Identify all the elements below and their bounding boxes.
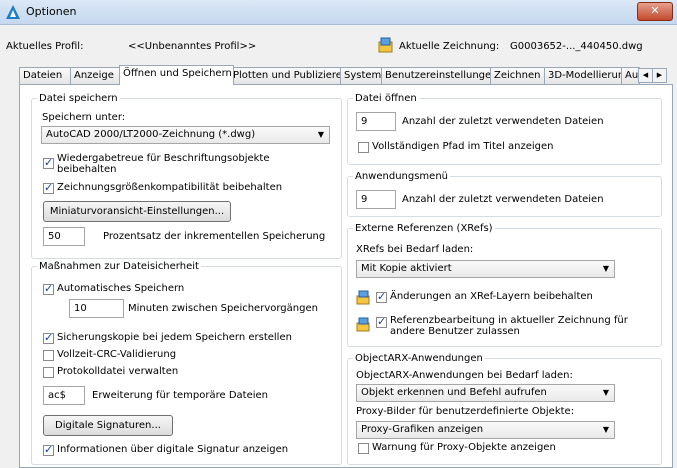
objectarx-legend: ObjectARX-Anwendungen: [355, 353, 483, 364]
full-path-checkbox[interactable]: [358, 142, 369, 153]
log-label: Protokolldatei verwalten: [57, 366, 179, 377]
size-compat-label: Zeichnungsgrößenkompatibilität beibehalt…: [57, 182, 283, 193]
thumbnail-settings-button[interactable]: Miniaturvoransicht-Einstellungen...: [43, 201, 231, 222]
proxy-warning-label: Warnung für Proxy-Objekte anzeigen: [372, 442, 556, 453]
log-checkbox[interactable]: [43, 367, 54, 378]
proxy-images-label: Proxy-Bilder für benutzerdefinierte Obje…: [356, 406, 575, 417]
safety-legend: Maßnahmen zur Dateisicherheit: [39, 261, 199, 272]
tab-benutzereinstellungen[interactable]: Benutzereinstellungen: [381, 67, 498, 84]
window-title: Optionen: [26, 5, 77, 18]
sig-info-label: Informationen über digitale Signatur anz…: [57, 444, 289, 455]
app-menu-legend: Anwendungsmenü: [355, 171, 448, 182]
tab-3d-modellierung[interactable]: 3D-Modellierung: [544, 67, 631, 84]
size-compat-checkbox[interactable]: [43, 181, 54, 194]
chevron-down-icon: ▼: [602, 264, 609, 273]
backup-label: Sicherungskopie bei jedem Speichern erst…: [57, 332, 292, 343]
open-recent-input[interactable]: 9: [356, 112, 396, 131]
tab-oeffnen-speichern[interactable]: Öffnen und Speichern: [119, 65, 234, 85]
full-path-label: Vollständigen Pfad im Titel anzeigen: [372, 141, 554, 152]
save-as-label: Speichern unter:: [42, 112, 126, 123]
save-file-legend: Datei speichern: [39, 93, 118, 104]
incr-save-label: Prozentsatz der inkrementellen Speicheru…: [103, 231, 326, 242]
title-bar[interactable]: [0, 0, 677, 25]
arx-demand-combo[interactable]: Objekt erkennen und Befehl aufrufen ▼: [356, 384, 615, 402]
allow-ref-edit-checkbox[interactable]: [376, 315, 387, 328]
arx-demand-value: Objekt erkennen und Befehl aufrufen: [361, 387, 547, 398]
chevron-down-icon: ▼: [602, 425, 609, 434]
profile-label: Aktuelles Profil:: [6, 41, 84, 52]
app-menu-recent-input[interactable]: 9: [356, 190, 396, 209]
xref-demand-combo[interactable]: Mit Kopie aktiviert ▼: [356, 260, 615, 278]
retain-xref-changes-checkbox[interactable]: [376, 290, 387, 303]
allow-ref-edit-label: Referenzbearbeitung in aktueller Zeichnu…: [390, 315, 628, 337]
xref-demand-label: XRefs bei Bedarf laden:: [356, 244, 474, 255]
save-as-value: AutoCAD 2000/LT2000-Zeichnung (*.dwg): [46, 129, 256, 140]
crc-label: Vollzeit-CRC-Validierung: [57, 349, 177, 360]
temp-ext-label: Erweiterung für temporäre Dateien: [92, 390, 268, 401]
incr-save-input[interactable]: 50: [43, 227, 85, 246]
open-file-legend: Datei öffnen: [355, 93, 417, 104]
profile-value: <<Unbenanntes Profil>>: [128, 41, 257, 52]
digital-signatures-button[interactable]: Digitale Signaturen...: [43, 415, 173, 436]
xref-demand-value: Mit Kopie aktiviert: [361, 263, 452, 274]
xref-icon: [356, 290, 370, 305]
annot-fidelity-label: Wiedergabetreue für Beschriftungsobjekte…: [57, 153, 270, 175]
open-recent-label: Anzahl der zuletzt verwendeten Dateien: [402, 116, 604, 127]
autosave-minutes-input[interactable]: 10: [69, 299, 124, 318]
sig-info-checkbox[interactable]: [43, 443, 54, 456]
tab-zeichnen[interactable]: Zeichnen: [490, 67, 548, 84]
autosave-minutes-label: Minuten zwischen Speichervorgängen: [128, 303, 318, 314]
temp-ext-input[interactable]: ac$: [43, 386, 85, 405]
tab-system[interactable]: System: [340, 67, 382, 84]
annot-fidelity-checkbox[interactable]: [43, 156, 54, 169]
close-button[interactable]: ✕: [637, 2, 673, 21]
backup-checkbox[interactable]: [43, 331, 54, 344]
drawing-value: G0003652-..._440450.dwg: [510, 41, 643, 52]
autocad-a-icon: [6, 5, 20, 19]
proxy-images-combo[interactable]: Proxy-Grafiken anzeigen ▼: [356, 421, 615, 439]
xref-icon: [356, 317, 370, 332]
drawing-label: Aktuelle Zeichnung:: [399, 41, 500, 52]
drawing-icon: [378, 37, 393, 53]
autosave-checkbox[interactable]: [43, 282, 54, 295]
proxy-images-value: Proxy-Grafiken anzeigen: [361, 424, 484, 435]
save-as-combo[interactable]: AutoCAD 2000/LT2000-Zeichnung (*.dwg) ▼: [41, 126, 330, 144]
arx-demand-label: ObjectARX-Anwendungen bei Bedarf laden:: [356, 370, 573, 381]
proxy-warning-checkbox[interactable]: [358, 443, 369, 454]
chevron-down-icon: ▼: [602, 388, 609, 397]
tab-scroll-left-icon[interactable]: ◀: [638, 68, 653, 83]
tab-scroll-right-icon[interactable]: ▶: [652, 68, 667, 83]
xrefs-legend: Externe Referenzen (XRefs): [355, 223, 493, 234]
tab-anzeige[interactable]: Anzeige: [70, 67, 124, 84]
retain-xref-changes-label: Änderungen an XRef-Layern beibehalten: [390, 291, 593, 302]
tab-panel: Datei speichern Speichern unter: AutoCAD…: [19, 84, 673, 468]
crc-checkbox[interactable]: [43, 350, 54, 361]
chevron-down-icon: ▼: [317, 130, 324, 139]
tab-dateien[interactable]: Dateien: [19, 67, 71, 84]
autosave-label: Automatisches Speichern: [57, 283, 185, 294]
app-menu-recent-label: Anzahl der zuletzt verwendeten Dateien: [402, 194, 604, 205]
tab-plotten[interactable]: Plotten und Publizieren: [229, 67, 348, 84]
